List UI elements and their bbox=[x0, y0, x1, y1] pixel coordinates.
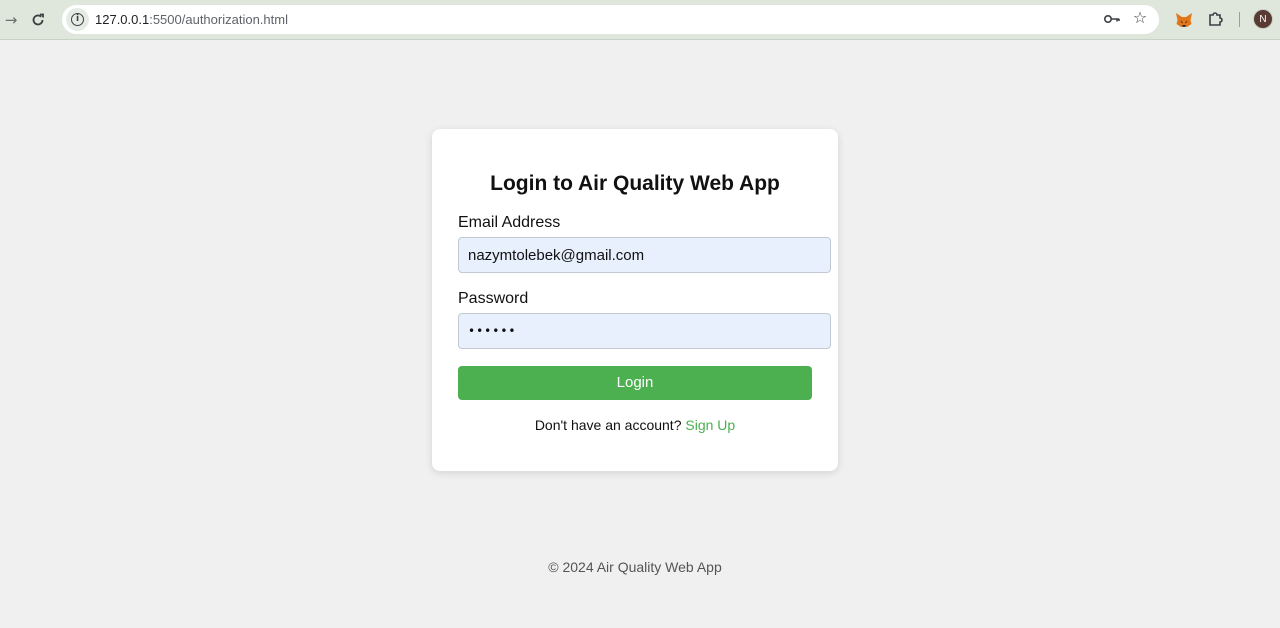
toolbar-divider bbox=[1239, 12, 1240, 27]
email-field[interactable] bbox=[458, 237, 831, 273]
address-bar[interactable]: i 127.0.0.1:5500/authorization.html ☆ bbox=[62, 5, 1159, 34]
url-text[interactable]: 127.0.0.1:5500/authorization.html bbox=[95, 12, 288, 27]
page-title: Login to Air Quality Web App bbox=[490, 172, 780, 195]
signup-link[interactable]: Sign Up bbox=[685, 417, 735, 433]
login-button[interactable]: Login bbox=[458, 366, 812, 400]
reload-icon[interactable] bbox=[27, 9, 49, 31]
password-field[interactable] bbox=[458, 313, 831, 349]
signup-prompt: Don't have an account? Sign Up bbox=[432, 417, 838, 433]
metamask-fox-icon[interactable] bbox=[1173, 9, 1195, 31]
browser-toolbar: → i 127.0.0.1:5500/authorization.html ☆ … bbox=[0, 0, 1280, 40]
footer-copyright: © 2024 Air Quality Web App bbox=[548, 559, 722, 575]
signup-prompt-text: Don't have an account? bbox=[534, 417, 682, 433]
site-info-icon[interactable]: i bbox=[66, 8, 89, 31]
bookmark-star-icon[interactable]: ☆ bbox=[1130, 8, 1150, 28]
password-key-icon[interactable] bbox=[1102, 9, 1122, 29]
extensions-puzzle-icon[interactable] bbox=[1206, 9, 1226, 29]
profile-avatar[interactable]: N bbox=[1253, 9, 1273, 29]
login-card: Login to Air Quality Web App Email Addre… bbox=[432, 129, 838, 471]
email-label: Email Address bbox=[458, 214, 561, 231]
password-label: Password bbox=[458, 290, 529, 307]
forward-arrow-icon[interactable]: → bbox=[0, 9, 22, 31]
